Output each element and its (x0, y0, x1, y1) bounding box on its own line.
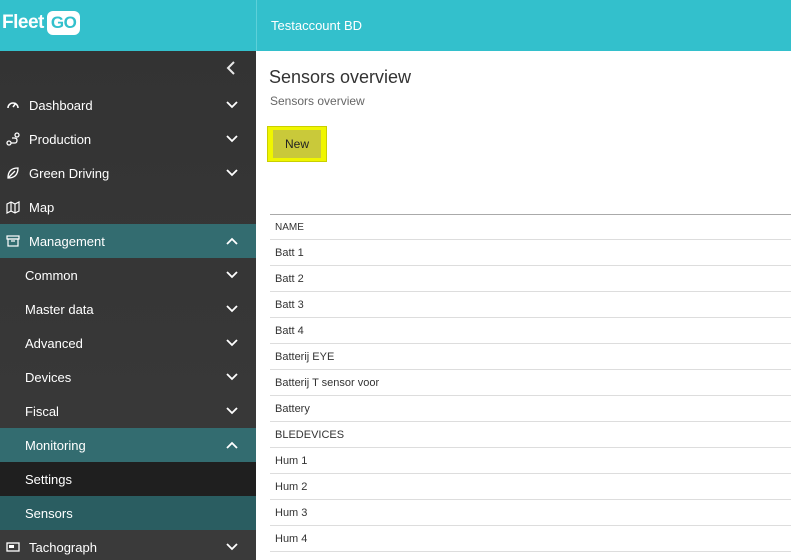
page-subtitle: Sensors overview (270, 94, 365, 108)
fleetgo-logo[interactable]: Fleet GO (2, 11, 81, 35)
sidebar-item-label: Green Driving (29, 165, 110, 181)
table-row[interactable]: Batterij EYE (270, 344, 791, 370)
sidebar-item-label: Production (29, 131, 92, 147)
sidebar-item-tachograph[interactable]: Tachograph (0, 530, 256, 560)
table-row[interactable]: Hum 2 (270, 474, 791, 500)
sidebar-item-dashboard[interactable]: Dashboard (0, 88, 256, 122)
sidebar-item-settings[interactable]: Settings (0, 462, 256, 496)
top-bar: Testaccount BD (256, 0, 791, 51)
sidebar-item-label: Fiscal (25, 403, 59, 419)
sidebar-item-label: Advanced (25, 335, 83, 351)
page-title: Sensors overview (269, 67, 412, 87)
main-content: Sensors overview Sensors overview New NA… (256, 51, 791, 560)
sidebar-item-management[interactable]: Management (0, 224, 256, 258)
sensors-table: NAME Batt 1 Batt 2 Batt 3 Batt 4 Batteri… (270, 214, 791, 552)
chevron-down-icon (226, 541, 238, 553)
table-row[interactable]: Battery (270, 396, 791, 422)
route-icon (5, 131, 21, 147)
sidebar-item-label: Settings (25, 471, 72, 487)
sidebar: Dashboard Production Green Driving Map M… (0, 51, 256, 560)
chevron-up-icon (226, 439, 238, 451)
chevron-down-icon (226, 337, 238, 349)
table-row[interactable]: Hum 1 (270, 448, 791, 474)
new-button-highlight[interactable]: New (267, 126, 327, 162)
sidebar-item-sensors[interactable]: Sensors (0, 496, 256, 530)
sidebar-item-label: Dashboard (29, 97, 93, 113)
logo-go-badge: GO (46, 11, 81, 35)
chevron-down-icon (226, 133, 238, 145)
sidebar-item-devices[interactable]: Devices (0, 360, 256, 394)
chevron-down-icon (226, 269, 238, 281)
sidebar-item-common[interactable]: Common (0, 258, 256, 292)
sidebar-item-map[interactable]: Map (0, 190, 256, 224)
tachograph-icon (5, 539, 21, 555)
map-icon (5, 199, 21, 215)
new-button[interactable]: New (273, 130, 321, 158)
sidebar-item-monitoring[interactable]: Monitoring (0, 428, 256, 462)
sidebar-item-label: Master data (25, 301, 94, 317)
sidebar-item-label: Common (25, 267, 78, 283)
sidebar-item-advanced[interactable]: Advanced (0, 326, 256, 360)
column-header-name[interactable]: NAME (270, 214, 791, 240)
gauge-icon (5, 97, 21, 113)
chevron-down-icon (226, 99, 238, 111)
sidebar-item-green-driving[interactable]: Green Driving (0, 156, 256, 190)
chevron-down-icon (226, 371, 238, 383)
sidebar-item-label: Management (29, 233, 105, 249)
chevron-down-icon (226, 405, 238, 417)
sidebar-item-label: Tachograph (29, 539, 97, 555)
logo-area: Fleet GO (0, 0, 256, 51)
chevron-down-icon (226, 303, 238, 315)
sidebar-item-label: Devices (25, 369, 72, 385)
account-name[interactable]: Testaccount BD (271, 18, 362, 33)
table-row[interactable]: Batt 3 (270, 292, 791, 318)
table-row[interactable]: Batt 1 (270, 240, 791, 266)
table-row[interactable]: Batt 2 (270, 266, 791, 292)
sidebar-item-label: Map (29, 199, 55, 215)
table-row[interactable]: Hum 3 (270, 500, 791, 526)
sidebar-item-fiscal[interactable]: Fiscal (0, 394, 256, 428)
chevron-down-icon (226, 167, 238, 179)
table-row[interactable]: Hum 4 (270, 526, 791, 552)
sidebar-item-production[interactable]: Production (0, 122, 256, 156)
table-row[interactable]: Batterij T sensor voor (270, 370, 791, 396)
archive-icon (5, 233, 21, 249)
table-row[interactable]: Batt 4 (270, 318, 791, 344)
sidebar-item-label: Monitoring (25, 437, 86, 453)
chevron-up-icon (226, 235, 238, 247)
sidebar-item-master-data[interactable]: Master data (0, 292, 256, 326)
sidebar-item-label: Sensors (25, 505, 73, 521)
logo-text: Fleet (2, 12, 44, 33)
table-row[interactable]: BLEDEVICES (270, 422, 791, 448)
leaf-icon (5, 165, 21, 181)
collapse-sidebar-icon[interactable] (226, 61, 240, 77)
